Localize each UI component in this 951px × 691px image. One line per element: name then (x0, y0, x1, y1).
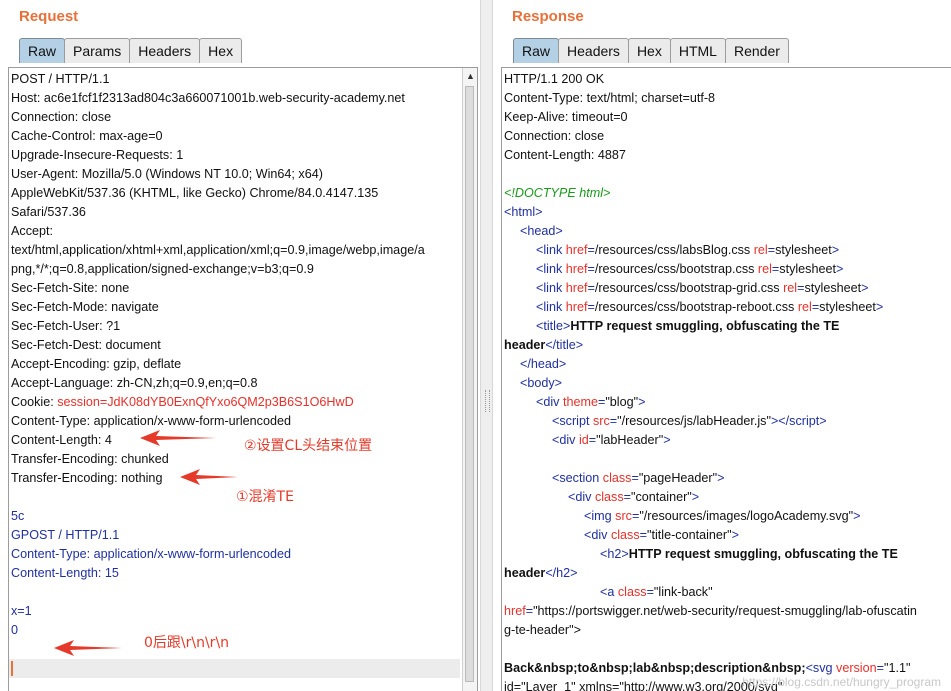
div-labheader-line: <div id="labHeader"> (552, 433, 671, 447)
smuggled-line: 5c (11, 509, 25, 523)
annotation-crlf: 0后跟\r\n\r\n (144, 635, 230, 651)
div-theme-line: <div theme="blog"> (536, 395, 646, 409)
link-line: <link href=/resources/css/bootstrap-grid… (536, 281, 869, 295)
response-tab-html[interactable]: HTML (669, 38, 726, 63)
link-line: <link href=/resources/css/labsBlog.css r… (536, 243, 840, 257)
panel-splitter[interactable] (480, 0, 493, 691)
smuggled-line: Content-Type: application/x-www-form-url… (11, 547, 291, 561)
link-line: <link href=/resources/css/bootstrap.css … (536, 262, 844, 276)
anchor-line: <a class="link-back" (600, 585, 713, 599)
response-line: Content-Type: text/html; charset=utf-8 (504, 91, 716, 105)
request-tab-raw[interactable]: Raw (19, 38, 66, 63)
request-tab-params[interactable]: Params (64, 38, 131, 63)
div-container-line: <div class="container"> (568, 490, 700, 504)
title-line-cont: header</title> (504, 338, 584, 352)
response-tab-raw[interactable]: Raw (513, 38, 560, 63)
request-title: Request (19, 8, 79, 25)
request-scrollbar[interactable]: ▲ (462, 68, 477, 691)
section-line: <section class="pageHeader"> (552, 471, 725, 485)
request-editor[interactable]: POST / HTTP/1.1 Host: ac6e1fcf1f2313ad80… (8, 67, 478, 691)
arrow-crlf-icon (54, 640, 122, 656)
script-line: <script src="/resources/js/labHeader.js"… (552, 414, 827, 428)
request-tab-headers[interactable]: Headers (129, 38, 201, 63)
div-title-container-line: <div class="title-container"> (584, 528, 739, 542)
request-scroll-thumb[interactable] (465, 86, 474, 682)
smuggled-line: GPOST / HTTP/1.1 (11, 528, 120, 542)
request-line: Accept-Language: zh-CN,zh;q=0.9,en;q=0.8 (11, 376, 258, 390)
request-line: Connection: close (11, 110, 112, 124)
response-tab-render[interactable]: Render (724, 38, 789, 63)
html-tag-line: <html> (504, 205, 543, 219)
body-tag-line: <body> (520, 376, 563, 390)
response-line: Content-Length: 4887 (504, 148, 626, 162)
h2-line: <h2>HTTP request smuggling, obfuscating … (600, 547, 898, 561)
request-line: Sec-Fetch-Site: none (11, 281, 130, 295)
doctype-line: <!DOCTYPE html> (504, 186, 611, 200)
request-line: Accept-Encoding: gzip, deflate (11, 357, 182, 371)
request-tabs: Raw Params Headers Hex (19, 38, 243, 63)
response-blank-line (504, 640, 917, 659)
request-line: User-Agent: Mozilla/5.0 (Windows NT 10.0… (11, 167, 323, 181)
response-blank-line (504, 450, 917, 469)
request-line: Sec-Fetch-Dest: document (11, 338, 161, 352)
request-line: POST / HTTP/1.1 (11, 72, 110, 86)
href-line-cont: g-te-header"> (504, 623, 581, 637)
request-line: Host: ac6e1fcf1f2313ad804c3a660071001b.w… (11, 91, 405, 105)
response-line: HTTP/1.1 200 OK (504, 72, 605, 86)
response-title: Response (512, 8, 584, 25)
title-line: <title>HTTP request smuggling, obfuscati… (536, 319, 840, 333)
response-tab-hex[interactable]: Hex (627, 38, 671, 63)
cursor-line[interactable] (9, 659, 460, 678)
request-line: text/html,application/xhtml+xml,applicat… (11, 243, 425, 257)
request-panel: Request Raw Params Headers Hex POST / HT… (0, 0, 480, 691)
request-line: Sec-Fetch-Mode: navigate (11, 300, 159, 314)
response-line: Connection: close (504, 129, 605, 143)
request-line: Safari/537.36 (11, 205, 86, 219)
arrow-te-icon (180, 469, 238, 485)
href-line: href="https://portswigger.net/web-securi… (504, 604, 917, 618)
request-line: Accept: (11, 224, 53, 238)
response-tabs: Raw Headers Hex HTML Render (513, 38, 789, 63)
response-blank-line (504, 165, 917, 184)
h2-line-cont: header</h2> (504, 566, 578, 580)
head-close-line: </head> (520, 357, 567, 371)
request-blank-line (11, 583, 460, 602)
annotation-te: ①混淆TE (236, 489, 294, 505)
watermark: https://blog.csdn.net/hungry_program (742, 675, 941, 689)
splitter-grip-icon (485, 390, 490, 412)
request-line-content-length: Content-Length: 4 (11, 433, 112, 447)
text-caret (11, 661, 13, 677)
smuggled-line: x=1 (11, 604, 32, 618)
request-line: Sec-Fetch-User: ?1 (11, 319, 121, 333)
scroll-up-arrow-icon[interactable]: ▲ (466, 71, 475, 81)
response-panel: Response Raw Headers Hex HTML Render HTT… (493, 0, 951, 691)
request-line: Content-Type: application/x-www-form-url… (11, 414, 291, 428)
response-line: Keep-Alive: timeout=0 (504, 110, 628, 124)
link-line: <link href=/resources/css/bootstrap-rebo… (536, 300, 884, 314)
request-tab-hex[interactable]: Hex (199, 38, 243, 63)
response-tab-headers[interactable]: Headers (558, 38, 629, 63)
request-line: png,*/*;q=0.8,application/signed-exchang… (11, 262, 314, 276)
smuggled-line: Content-Length: 15 (11, 566, 119, 580)
cookie-value: session=JdK08dYB0ExnQfYxo6QM2p3B6S1O6HwD (57, 395, 354, 409)
request-line: Cache-Control: max-age=0 (11, 129, 163, 143)
img-line: <img src="/resources/images/logoAcademy.… (584, 509, 861, 523)
request-line-cookie: Cookie: session=JdK08dYB0ExnQfYxo6QM2p3B… (11, 393, 460, 412)
annotation-cl: ②设置CL头结束位置 (244, 438, 373, 454)
head-tag-line: <head> (520, 224, 563, 238)
request-line: Upgrade-Insecure-Requests: 1 (11, 148, 184, 162)
request-line: AppleWebKit/537.36 (KHTML, like Gecko) C… (11, 186, 379, 200)
response-editor[interactable]: HTTP/1.1 200 OK Content-Type: text/html;… (501, 67, 951, 691)
arrow-cl-icon (140, 430, 216, 446)
cookie-header-key: Cookie: (11, 395, 58, 409)
